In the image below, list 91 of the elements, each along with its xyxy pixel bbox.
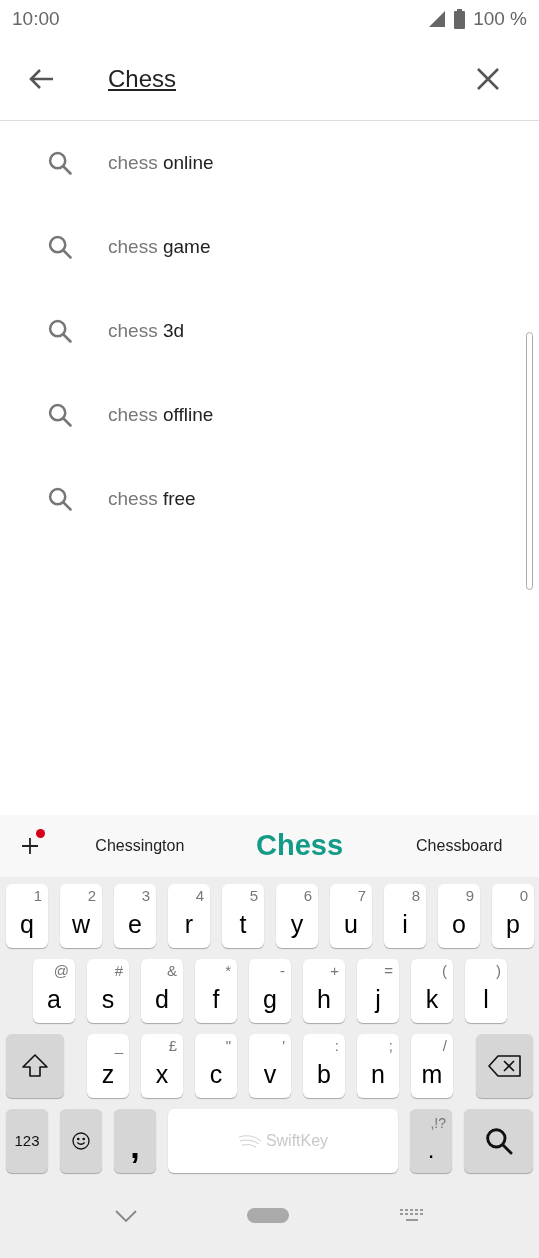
key[interactable]: # s <box>87 959 129 1023</box>
key-alt-label: ( <box>442 962 447 980</box>
suggestion-item[interactable]: chess online <box>0 121 539 205</box>
search-icon <box>46 317 74 345</box>
suggestion-text: chess online <box>108 150 214 175</box>
signal-icon <box>428 11 447 27</box>
key-alt-label: = <box>384 962 393 980</box>
word-prediction[interactable]: Chessington <box>60 834 220 858</box>
period-key[interactable]: ,!? . <box>410 1109 452 1173</box>
key[interactable]: 1 q <box>6 884 48 948</box>
smiley-icon <box>72 1132 90 1150</box>
key-alt-label: 0 <box>519 887 528 905</box>
key[interactable]: £ x <box>141 1034 183 1098</box>
key-alt-label: ,!? <box>430 1115 446 1131</box>
swiftkey-logo-icon <box>237 1133 262 1149</box>
key-alt-label: 6 <box>303 887 312 905</box>
search-icon <box>46 149 74 177</box>
suggestion-item[interactable]: chess game <box>0 205 539 289</box>
battery-icon <box>454 9 466 29</box>
key[interactable]: / m <box>411 1034 453 1098</box>
key-alt-label: 2 <box>87 887 96 905</box>
key[interactable]: ( k <box>411 959 453 1023</box>
key[interactable]: * f <box>195 959 237 1023</box>
suggestion-text: chess offline <box>108 402 214 427</box>
key-alt-label: 9 <box>465 887 474 905</box>
search-key[interactable] <box>464 1109 533 1173</box>
search-icon <box>46 401 74 429</box>
key-alt-label: 3 <box>141 887 150 905</box>
suggestion-text: chess free <box>108 486 196 511</box>
shift-key[interactable] <box>6 1034 64 1098</box>
key-alt-label: : <box>334 1037 339 1055</box>
suggestion-item[interactable]: chess offline <box>0 373 539 457</box>
key[interactable]: ' v <box>249 1034 291 1098</box>
shift-icon <box>21 1053 49 1079</box>
search-field[interactable]: Chess <box>108 61 477 97</box>
key-alt-label: _ <box>114 1037 123 1055</box>
key-alt-label: ; <box>388 1037 393 1055</box>
emoji-key[interactable] <box>60 1109 102 1173</box>
suggestion-item[interactable]: chess 3d <box>0 289 539 373</box>
key[interactable]: 4 r <box>168 884 210 948</box>
close-icon[interactable] <box>477 68 499 90</box>
key[interactable]: = j <box>357 959 399 1023</box>
back-arrow-icon[interactable] <box>28 68 54 90</box>
key-alt-label: * <box>225 962 231 980</box>
key-alt-label: 7 <box>357 887 366 905</box>
suggestion-text: chess 3d <box>108 318 185 343</box>
key-alt-label: # <box>114 962 123 980</box>
key[interactable]: + h <box>303 959 345 1023</box>
backspace-key[interactable] <box>476 1034 533 1098</box>
chevron-down-icon[interactable] <box>115 1209 138 1222</box>
key[interactable]: & d <box>141 959 183 1023</box>
suggestion-text: chess game <box>108 234 211 259</box>
suggestion-item[interactable]: chess free <box>0 457 539 541</box>
comma-key[interactable]: , <box>114 1109 156 1173</box>
key-alt-label: 8 <box>411 887 420 905</box>
key[interactable]: 0 p <box>492 884 534 948</box>
key[interactable]: ) l <box>465 959 507 1023</box>
key[interactable]: 9 o <box>438 884 480 948</box>
key-alt-label: 5 <box>249 887 258 905</box>
key[interactable]: " c <box>195 1034 237 1098</box>
key[interactable]: _ z <box>87 1034 129 1098</box>
key-alt-label: / <box>442 1037 447 1055</box>
word-prediction[interactable]: Chessboard <box>379 834 539 858</box>
key-alt-label: ) <box>496 962 501 980</box>
numbers-key[interactable]: 123 <box>6 1109 48 1173</box>
home-handle[interactable] <box>247 1208 290 1223</box>
key[interactable]: 3 e <box>114 884 156 948</box>
key[interactable]: 6 y <box>276 884 318 948</box>
key[interactable]: 2 w <box>60 884 102 948</box>
backspace-icon <box>487 1055 522 1077</box>
key-alt-label: 1 <box>33 887 42 905</box>
key[interactable]: - g <box>249 959 291 1023</box>
key-alt-label: & <box>167 962 177 980</box>
key-alt-label: ' <box>282 1037 285 1055</box>
key[interactable]: 7 u <box>330 884 372 948</box>
key-alt-label: @ <box>53 962 69 980</box>
key-alt-label: £ <box>168 1037 177 1055</box>
search-icon <box>46 233 74 261</box>
key-alt-label: " <box>225 1037 231 1055</box>
add-icon[interactable] <box>21 837 39 855</box>
key[interactable]: @ a <box>33 959 75 1023</box>
key[interactable]: : b <box>303 1034 345 1098</box>
battery-percent: 100 % <box>473 6 527 31</box>
key[interactable]: 8 i <box>384 884 426 948</box>
status-time: 10:00 <box>12 6 60 31</box>
key-alt-label: - <box>280 962 285 980</box>
key-alt-label: + <box>330 962 339 980</box>
key[interactable]: 5 t <box>222 884 264 948</box>
search-icon <box>46 485 74 513</box>
key-alt-label: 4 <box>195 887 204 905</box>
key[interactable]: ; n <box>357 1034 399 1098</box>
